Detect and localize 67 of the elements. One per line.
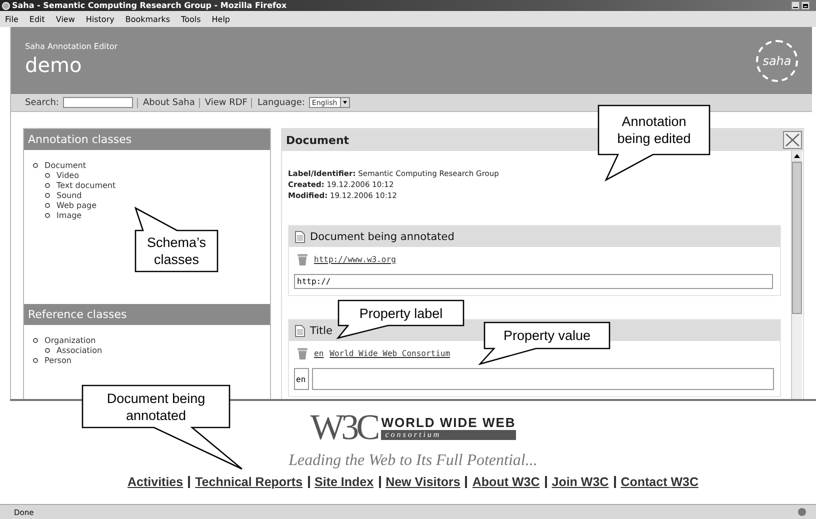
property-label: Title	[310, 324, 333, 336]
saha-logo: saha	[756, 40, 798, 82]
bullet-icon	[45, 213, 50, 218]
window-title: Saha - Semantic Computing Research Group - Mozilla Firefox	[12, 1, 288, 10]
class-link[interactable]: Organization	[44, 336, 96, 345]
class-link[interactable]: Image	[56, 211, 82, 220]
nav-link[interactable]: About Saha	[136, 98, 195, 108]
class-link[interactable]: Sound	[56, 191, 82, 200]
bullet-icon	[33, 358, 38, 364]
tagline: Leading the Web to Its Full Potential...	[288, 452, 538, 470]
app-subtitle: Saha Annotation Editor	[25, 42, 118, 51]
maximize-icon[interactable]	[801, 1, 810, 10]
callout-text: Property label	[359, 304, 443, 322]
bullet-icon	[45, 193, 50, 198]
search-label: Search:	[25, 98, 59, 108]
menu-item[interactable]: View	[56, 14, 75, 24]
site-link[interactable]: Site Index	[314, 475, 374, 489]
menu-item[interactable]: Edit	[29, 14, 45, 24]
language-input-field[interactable]: en	[294, 368, 309, 390]
language-label: Language:	[251, 98, 305, 108]
document-icon	[295, 324, 305, 336]
nav-link[interactable]: View RDF	[198, 98, 248, 108]
site-link[interactable]: Technical Reports	[195, 475, 303, 489]
minimize-icon[interactable]	[791, 1, 800, 10]
menu-item[interactable]: Help	[212, 14, 230, 24]
bullet-icon	[33, 163, 38, 168]
class-link[interactable]: Person	[44, 356, 72, 365]
class-link[interactable]: Video	[56, 171, 79, 180]
site-link[interactable]: Contact W3C	[620, 475, 698, 489]
bullet-icon	[45, 203, 50, 208]
menu-item[interactable]: History	[86, 14, 114, 24]
property-input-field[interactable]: http://	[294, 274, 773, 289]
bullet-icon	[33, 338, 38, 344]
trash-icon[interactable]	[297, 253, 308, 266]
bullet-icon	[45, 183, 50, 188]
menu-item[interactable]: Tools	[181, 14, 201, 24]
document-icon	[295, 230, 305, 242]
bullet-icon	[45, 173, 50, 178]
site-link[interactable]: About W3C	[472, 475, 540, 489]
language-tag-link[interactable]: en	[314, 349, 324, 358]
site-link[interactable]: Join W3C	[552, 475, 609, 489]
trash-icon[interactable]	[297, 347, 308, 360]
search-field[interactable]	[62, 97, 133, 108]
editor-title: Document	[286, 134, 350, 146]
close-icon[interactable]	[783, 131, 802, 149]
class-link[interactable]: Document	[44, 161, 86, 170]
property-value-link[interactable]: World Wide Web Consortium	[330, 349, 450, 358]
browser-icon	[2, 2, 10, 10]
app-title: demo	[25, 52, 83, 79]
class-link[interactable]: Association	[56, 346, 102, 355]
site-link[interactable]: New Visitors	[386, 475, 460, 489]
bullet-icon	[45, 348, 50, 354]
callout-text: Annotation being edited	[616, 113, 692, 147]
panel-header: Reference classes	[24, 304, 270, 325]
property-value-link[interactable]: http://www.w3.org	[314, 255, 396, 264]
class-link[interactable]: Text document	[56, 181, 116, 190]
menu-item[interactable]: File	[5, 14, 18, 24]
panel-header: Annotation classes	[24, 129, 270, 150]
property-input-field[interactable]	[312, 368, 774, 390]
scrollbar[interactable]	[791, 151, 802, 399]
callout-text: Document being annotated	[106, 390, 206, 424]
callout-text: Property value	[503, 327, 591, 344]
class-link[interactable]: Web page	[56, 201, 97, 210]
site-link[interactable]: Activities	[128, 475, 184, 489]
menu-item[interactable]: Bookmarks	[125, 14, 170, 24]
property-label: Document being annotated	[310, 230, 454, 242]
callout-text: Schema’s classes	[146, 234, 208, 268]
